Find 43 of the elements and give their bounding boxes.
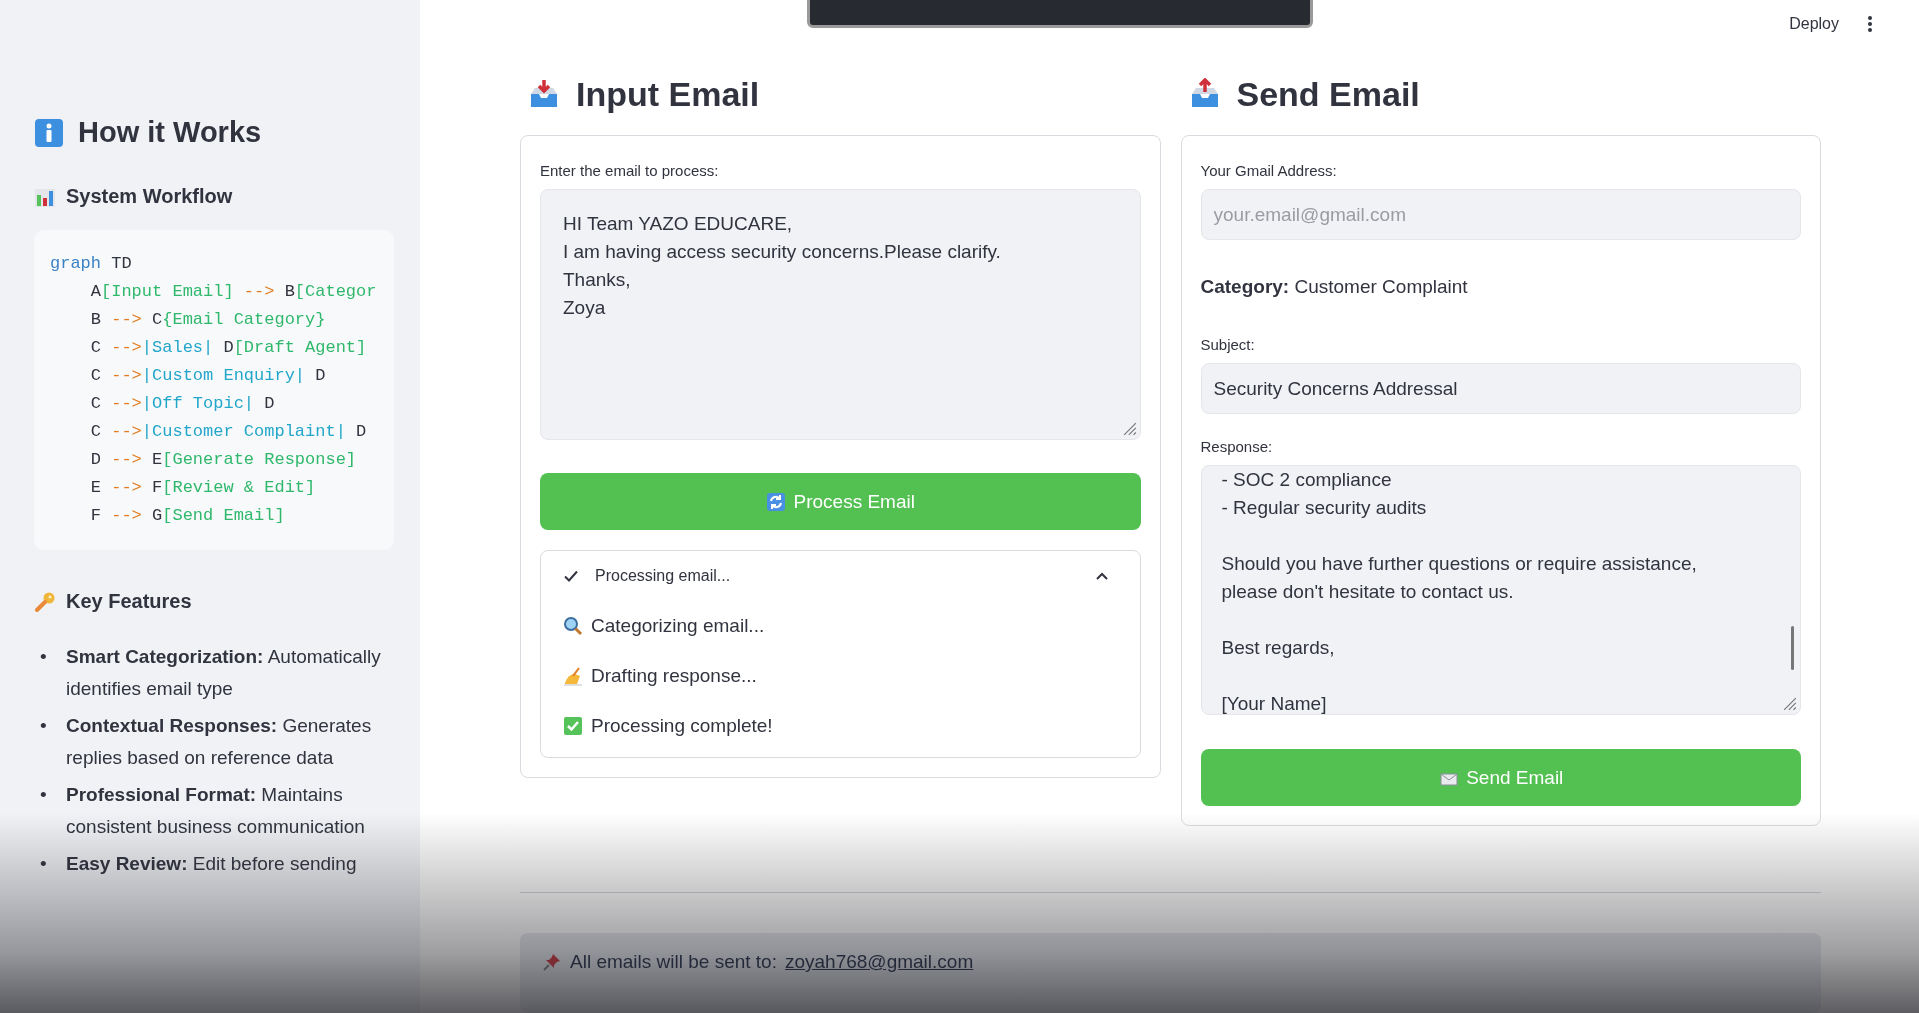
gmail-input[interactable]: your.email@gmail.com xyxy=(1200,189,1801,240)
info-text: All emails will be sent to: xyxy=(570,951,777,973)
scrollbar-thumb[interactable] xyxy=(1791,626,1794,670)
refresh-icon xyxy=(765,491,786,512)
field-label: Your Gmail Address: xyxy=(1200,161,1338,179)
resize-handle-icon[interactable] xyxy=(1783,697,1797,711)
bullet-mark: • xyxy=(40,714,48,738)
pushpin-icon xyxy=(542,952,562,972)
field-label: Subject: xyxy=(1200,335,1256,353)
feature-item: Smart Categorization: Automatically identifies email type xyxy=(66,645,382,701)
email-link[interactable]: zoyah768@gmail.com xyxy=(784,951,974,973)
features-heading: Key Features xyxy=(66,590,192,613)
status-step: Categorizing email... xyxy=(591,615,765,637)
bullet-mark: • xyxy=(40,783,48,807)
status-step: Drafting response... xyxy=(591,665,757,687)
code-block: graph TD A[Input Email] --> B[Categor B --> C{Email Category} C -->|Sales| D[Draft Agent] C -->|Custom Enquiry| D C -->|Off Topic| D C -->|Customer Complaint| D D --> E[Generate Response] E --> F[Review & Edit] F --> G[Send Email] xyxy=(34,230,394,550)
checkbox-icon xyxy=(563,716,583,736)
sidebar-title: How it Works xyxy=(78,116,262,149)
feature-item: Contextual Responses: Generates replies based on reference data xyxy=(66,714,373,770)
feature-item: Professional Format: Maintains consistent business communication xyxy=(66,783,366,839)
input-email-heading: Input Email xyxy=(576,74,760,114)
magnifier-icon xyxy=(563,616,583,636)
field-label: Enter the email to process: xyxy=(540,161,720,179)
bullet-mark: • xyxy=(40,645,48,669)
bullet-mark: • xyxy=(40,852,48,876)
subject-input[interactable]: Security Concerns Addressal xyxy=(1200,363,1801,414)
workflow-heading: System Workflow xyxy=(66,185,233,208)
email-textarea[interactable]: HI Team YAZO EDUCARE, I am having access security concerns.Please clarify. Thanks, Zoya xyxy=(540,189,1141,440)
field-label: Response: xyxy=(1200,437,1274,455)
inbox-download-icon xyxy=(528,78,560,110)
send-email-heading: Send Email xyxy=(1236,74,1420,114)
info-icon xyxy=(34,117,64,148)
resize-handle-icon[interactable] xyxy=(1122,422,1137,436)
writing-hand-icon xyxy=(563,666,583,686)
check-icon xyxy=(563,568,579,584)
more-menu-icon[interactable] xyxy=(1867,14,1873,33)
key-icon xyxy=(34,590,56,613)
feature-item: Easy Review: Edit before sending xyxy=(66,852,357,876)
deploy-button[interactable]: Deploy xyxy=(1785,8,1843,39)
status-step: Processing complete! xyxy=(591,715,773,737)
response-textarea[interactable]: - SOC 2 compliance - Regular security audits Should you have further questions or require assistance, please don't hesitate to contact us. Best regards, [Your Name] xyxy=(1200,465,1801,715)
category-text: Category: Customer Complaint xyxy=(1200,276,1469,298)
status-header[interactable]: Processing email... xyxy=(563,565,1118,587)
